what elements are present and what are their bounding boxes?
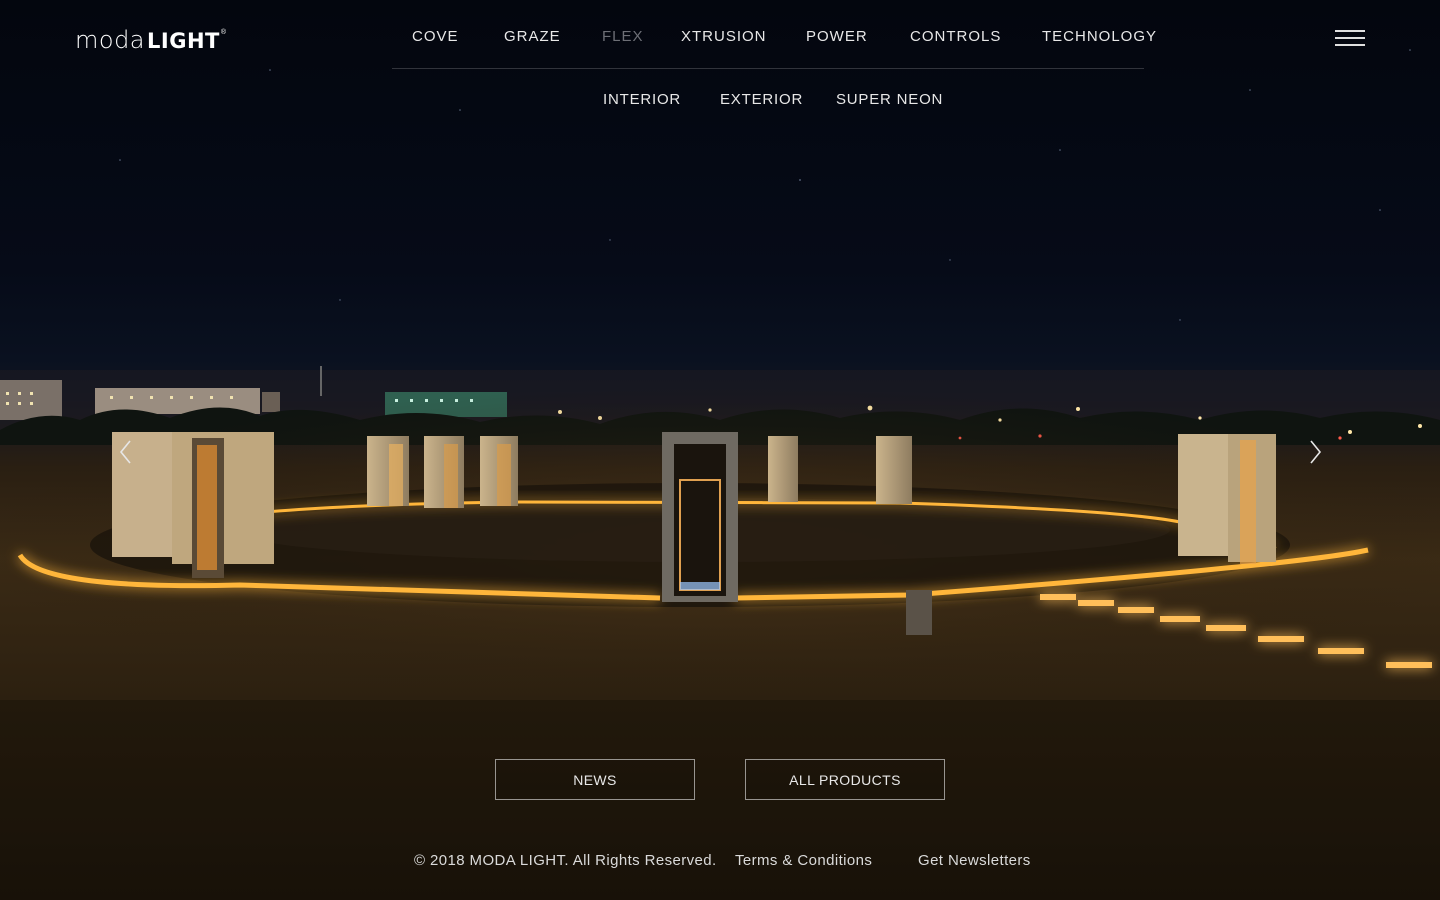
chevron-right-icon[interactable] xyxy=(1303,437,1327,467)
logo-registered-mark: ® xyxy=(220,29,227,36)
nav-item-graze[interactable]: GRAZE xyxy=(504,28,561,45)
nav-item-technology[interactable]: TECHNOLOGY xyxy=(1042,28,1157,45)
subnav-item-exterior[interactable]: EXTERIOR xyxy=(720,91,803,108)
nav-item-power[interactable]: POWER xyxy=(806,28,868,45)
hero-image xyxy=(0,0,1440,900)
copyright-text: © 2018 MODA LIGHT. All Rights Reserved. xyxy=(414,852,717,869)
newsletter-link[interactable]: Get Newsletters xyxy=(918,852,1031,869)
news-button[interactable]: NEWS xyxy=(495,759,695,800)
hamburger-menu-icon[interactable] xyxy=(1335,30,1365,46)
logo-text-light: moda xyxy=(75,26,146,54)
main-nav: COVE GRAZE FLEX XTRUSION POWER CONTROLS … xyxy=(392,0,1156,69)
nav-item-xtrusion[interactable]: XTRUSION xyxy=(681,28,767,45)
chevron-left-icon[interactable] xyxy=(114,437,138,467)
subnav-item-interior[interactable]: INTERIOR xyxy=(603,91,681,108)
hero-scene xyxy=(0,49,1440,900)
subnav-item-super-neon[interactable]: SUPER NEON xyxy=(836,91,943,108)
brand-logo[interactable]: moda LIGHT ® xyxy=(75,26,227,54)
all-products-button[interactable]: ALL PRODUCTS xyxy=(745,759,945,800)
nav-item-controls[interactable]: CONTROLS xyxy=(910,28,1001,45)
terms-link[interactable]: Terms & Conditions xyxy=(735,852,872,869)
nav-item-cove[interactable]: COVE xyxy=(412,28,459,45)
logo-text-bold: LIGHT xyxy=(147,29,220,53)
nav-item-flex[interactable]: FLEX xyxy=(602,28,644,45)
